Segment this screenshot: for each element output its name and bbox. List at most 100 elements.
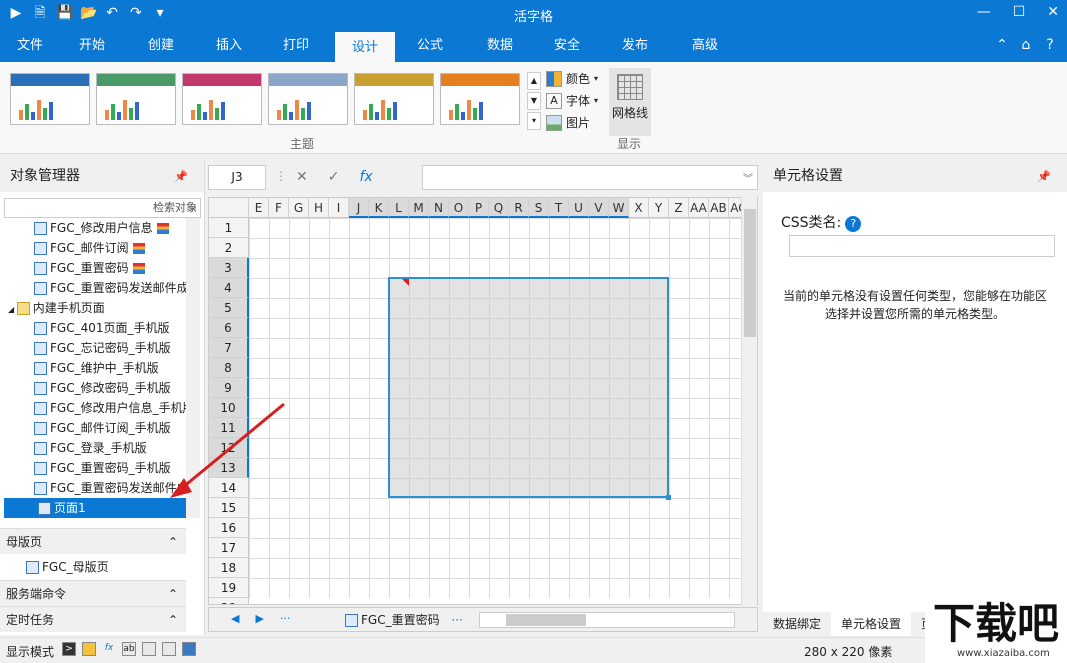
tree-item[interactable]: ◢ 内建手机页面 <box>0 298 105 318</box>
row-header[interactable]: 13 <box>209 458 249 478</box>
right-panel-tab[interactable]: 单元格设置 <box>831 612 912 636</box>
fx-icon[interactable]: fx <box>102 642 116 656</box>
expand-icon[interactable]: ︾ <box>743 170 753 185</box>
tab-1[interactable]: 开始 <box>62 30 122 62</box>
tree-item[interactable]: FGC_修改密码_手机版 <box>0 378 171 398</box>
more-tabs-icon[interactable]: ··· <box>451 613 462 627</box>
column-header[interactable]: I <box>329 198 349 218</box>
column-header[interactable]: AB <box>709 198 729 218</box>
next-sheet-icon[interactable]: ▶ <box>255 612 263 625</box>
row-header[interactable]: 5 <box>209 298 249 318</box>
row-header[interactable]: 18 <box>209 558 249 578</box>
tab-3[interactable]: 插入 <box>199 30 259 62</box>
row-header[interactable]: 12 <box>209 438 249 458</box>
panel-icon[interactable] <box>182 642 196 656</box>
tree-item[interactable]: FGC_重置密码发送邮件成 <box>0 278 186 298</box>
tab-0[interactable]: 文件 <box>0 30 60 62</box>
tree-item[interactable]: FGC_登录_手机版 <box>0 438 147 458</box>
color-button[interactable]: 颜色 ▾ <box>546 70 598 87</box>
column-header[interactable]: S <box>529 198 549 218</box>
tree-item[interactable]: 页面1 <box>4 498 186 518</box>
column-header[interactable]: W <box>609 198 629 218</box>
formula-input[interactable]: ︾ <box>422 165 758 190</box>
column-header[interactable]: Z <box>669 198 689 218</box>
theme-scroll-up-icon[interactable]: ▲ <box>527 72 541 90</box>
export-icon[interactable] <box>162 642 176 656</box>
column-header[interactable]: L <box>389 198 409 218</box>
row-header[interactable]: 10 <box>209 398 249 418</box>
row-header[interactable]: 16 <box>209 518 249 538</box>
row-header[interactable]: 7 <box>209 338 249 358</box>
column-header[interactable]: N <box>429 198 449 218</box>
terminal-icon[interactable]: > <box>62 642 76 656</box>
tree-item[interactable]: FGC_邮件订阅 <box>0 238 145 258</box>
section-header[interactable]: 母版页 ⌃ <box>0 528 186 554</box>
column-header[interactable]: T <box>549 198 569 218</box>
tree-scrollbar[interactable] <box>186 218 200 518</box>
row-header[interactable]: 3 <box>209 258 249 278</box>
tree-item[interactable]: FGC_维护中_手机版 <box>0 358 159 378</box>
tab-10[interactable]: 高级 <box>675 30 735 62</box>
minimize-icon[interactable]: — <box>977 4 991 20</box>
collapse-icon[interactable]: ⌃ <box>168 581 178 607</box>
row-header[interactable]: 15 <box>209 498 249 518</box>
horizontal-scrollbar[interactable] <box>479 612 735 628</box>
row-header[interactable]: 1 <box>209 218 249 238</box>
section-header[interactable]: 服务端命令 ⌃ <box>0 580 186 606</box>
tree-item[interactable]: FGC_邮件订阅_手机版 <box>0 418 171 438</box>
tab-9[interactable]: 发布 <box>605 30 665 62</box>
fill-handle[interactable] <box>666 495 671 500</box>
gridlines-toggle[interactable]: 网格线 <box>609 68 651 136</box>
selected-range[interactable] <box>388 277 671 500</box>
tree-item[interactable]: FGC_重置密码发送邮件成功 <box>0 478 186 498</box>
row-header[interactable]: 17 <box>209 538 249 558</box>
prev-sheet-icon[interactable]: ◀ <box>231 612 239 625</box>
row-header[interactable]: 20 <box>209 598 249 604</box>
help-icon[interactable]: ? <box>1041 36 1059 54</box>
cell-reference-box[interactable]: J3 <box>208 165 266 190</box>
tab-8[interactable]: 安全 <box>537 30 597 62</box>
tab-5[interactable]: 设计 <box>335 30 395 62</box>
close-icon[interactable]: ✕ <box>1047 4 1059 20</box>
css-class-input[interactable] <box>789 235 1055 257</box>
row-header[interactable]: 19 <box>209 578 249 598</box>
row-header[interactable]: 14 <box>209 478 249 498</box>
right-panel-tab[interactable]: 数据绑定 <box>763 612 831 636</box>
select-all-corner[interactable] <box>209 198 249 218</box>
row-header[interactable]: 8 <box>209 358 249 378</box>
theme-thumbnail[interactable] <box>10 73 90 125</box>
column-header[interactable]: O <box>449 198 469 218</box>
cancel-icon[interactable]: ✕ <box>296 165 308 190</box>
collapse-icon[interactable]: ⌃ <box>168 529 178 555</box>
theme-thumbnail[interactable] <box>354 73 434 125</box>
column-header[interactable]: X <box>629 198 649 218</box>
tree-item[interactable]: FGC_忘记密码_手机版 <box>0 338 171 358</box>
pin-icon[interactable]: 📌 <box>174 170 188 183</box>
column-header[interactable]: F <box>269 198 289 218</box>
column-header[interactable]: Q <box>489 198 509 218</box>
layers-icon[interactable] <box>142 642 156 656</box>
expand-icon[interactable]: ◢ <box>8 305 17 314</box>
sheet-vertical-scrollbar[interactable] <box>741 197 757 605</box>
column-header[interactable]: H <box>309 198 329 218</box>
more-sheets-icon[interactable]: ··· <box>280 612 291 625</box>
theme-thumbnail[interactable] <box>182 73 262 125</box>
sheet-tab[interactable]: FGC_重置密码 ··· <box>341 608 463 632</box>
master-page-item[interactable]: FGC_母版页 <box>26 556 109 578</box>
row-header[interactable]: 2 <box>209 238 249 258</box>
confirm-icon[interactable]: ✓ <box>328 165 340 190</box>
search-icon[interactable]: ⌕ <box>191 199 197 217</box>
tree-item[interactable]: FGC_修改用户信息 <box>0 218 169 238</box>
row-header[interactable]: 11 <box>209 418 249 438</box>
search-input[interactable]: 检索对象 ⌕ <box>4 198 201 218</box>
maximize-icon[interactable]: ☐ <box>1013 4 1026 20</box>
tree-item[interactable]: FGC_修改用户信息_手机版 <box>0 398 186 418</box>
tree-item[interactable]: FGC_重置密码 <box>0 258 145 278</box>
section-header[interactable]: 定时任务 ⌃ <box>0 606 186 632</box>
font-button[interactable]: A 字体 ▾ <box>546 92 598 109</box>
h-scroll-thumb[interactable] <box>506 614 586 626</box>
column-header[interactable]: V <box>589 198 609 218</box>
tree-item[interactable]: FGC_重置密码_手机版 <box>0 458 171 478</box>
column-header[interactable]: Y <box>649 198 669 218</box>
picture-button[interactable]: 图片 <box>546 114 590 131</box>
